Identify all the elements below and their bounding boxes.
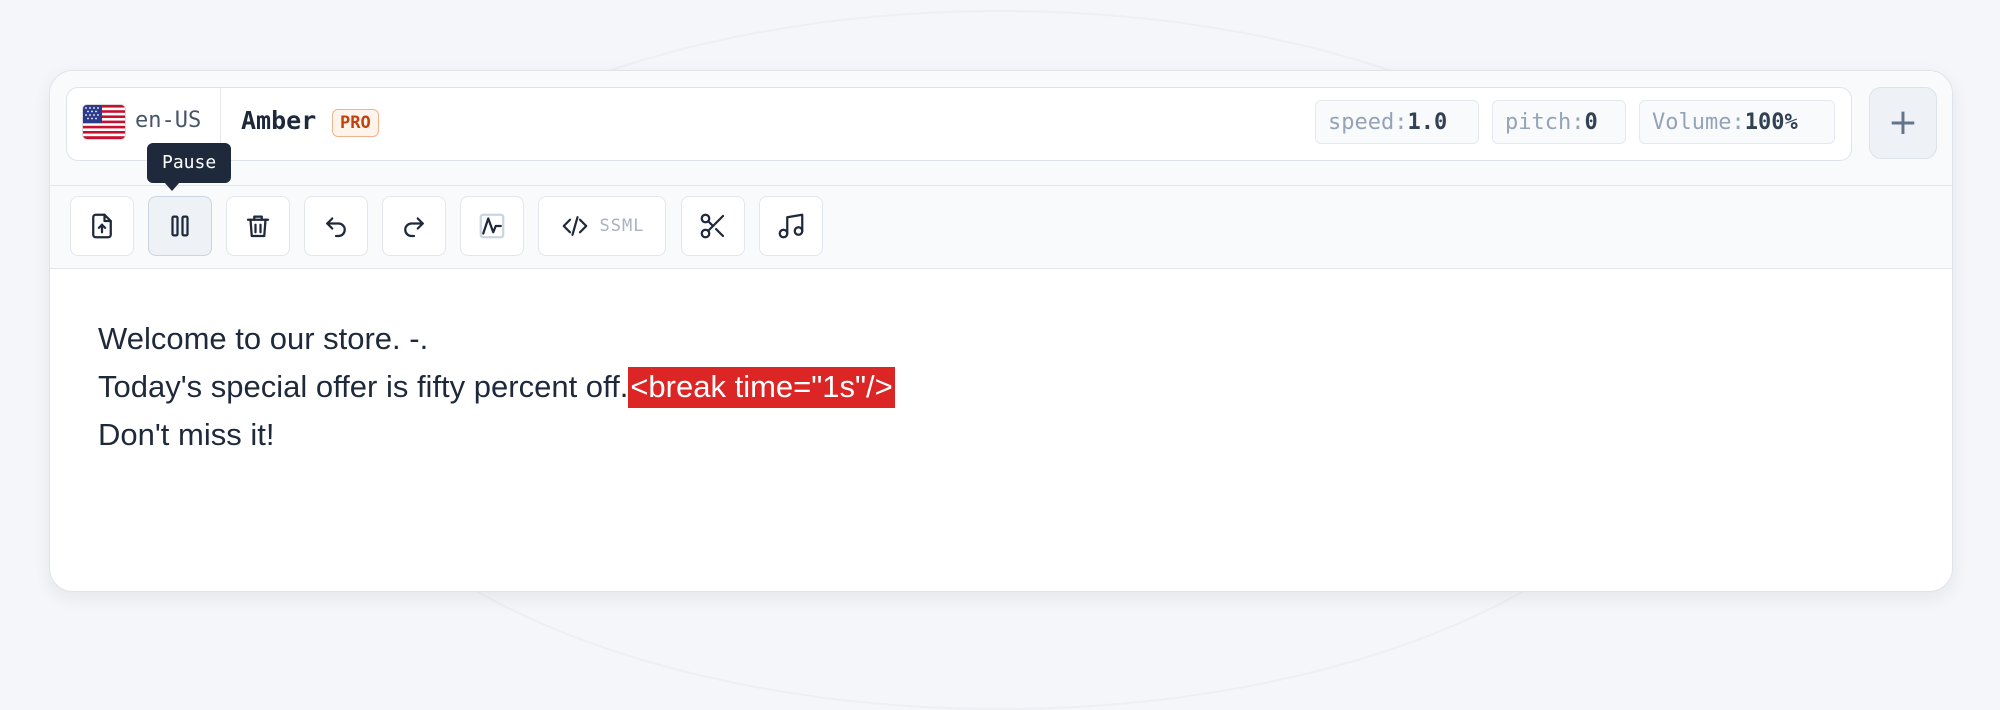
pause-tooltip: Pause	[147, 143, 232, 183]
speed-value: 1.0	[1407, 110, 1448, 135]
speed-label: speed:	[1328, 110, 1408, 135]
text-editor[interactable]: Welcome to our store. -. Today's special…	[98, 315, 895, 459]
code-icon	[562, 216, 587, 236]
waveform-button[interactable]	[460, 196, 524, 256]
editor-line-1: Welcome to our store. -.	[98, 321, 429, 356]
redo-button[interactable]	[382, 196, 446, 256]
redo-icon	[404, 217, 424, 238]
editor-line-2-text: Today's special offer is fifty percent o…	[98, 369, 629, 404]
volume-value: 100%	[1744, 110, 1798, 135]
tooltip-arrow	[164, 182, 180, 191]
pitch-label: pitch:	[1505, 110, 1585, 135]
pause-button[interactable]	[148, 196, 212, 256]
delete-button[interactable]	[226, 196, 290, 256]
ssml-label: SSML	[599, 216, 645, 236]
editor-line-2: Today's special offer is fifty percent o…	[98, 363, 895, 411]
file-upload-icon	[92, 213, 112, 239]
editor-line-3: Don't miss it!	[98, 417, 275, 452]
pitch-param[interactable]: pitch:0	[1492, 100, 1626, 144]
us-flag-icon	[83, 105, 125, 139]
cut-button[interactable]	[681, 196, 745, 256]
pro-badge: PRO	[332, 109, 379, 137]
undo-button[interactable]	[304, 196, 368, 256]
voice-header: en-US Amber PRO speed:1.0 pitch:0 Volume…	[50, 71, 1952, 185]
upload-file-button[interactable]	[70, 196, 134, 256]
waveform-icon	[479, 213, 505, 239]
voice-selector[interactable]: en-US Amber PRO speed:1.0 pitch:0 Volume…	[66, 87, 1852, 161]
pitch-value: 0	[1584, 110, 1598, 135]
undo-icon	[326, 217, 346, 238]
speed-param[interactable]: speed:1.0	[1315, 100, 1479, 144]
language-code: en-US	[135, 108, 202, 133]
voice-name: Amber	[241, 106, 317, 135]
tts-editor-card: en-US Amber PRO speed:1.0 pitch:0 Volume…	[49, 70, 1953, 592]
volume-param[interactable]: Volume:100%	[1639, 100, 1835, 144]
pause-icon	[171, 215, 189, 237]
trash-icon	[246, 215, 270, 238]
scissors-icon	[700, 213, 725, 239]
music-button[interactable]	[759, 196, 823, 256]
add-button[interactable]: +	[1869, 87, 1937, 159]
music-note-icon	[778, 213, 804, 239]
ssml-button[interactable]: SSML	[538, 196, 666, 256]
volume-label: Volume:	[1652, 110, 1745, 135]
ssml-break-tag[interactable]: <break time="1s"/>	[628, 367, 895, 408]
toolbar: SSML	[50, 185, 1952, 269]
